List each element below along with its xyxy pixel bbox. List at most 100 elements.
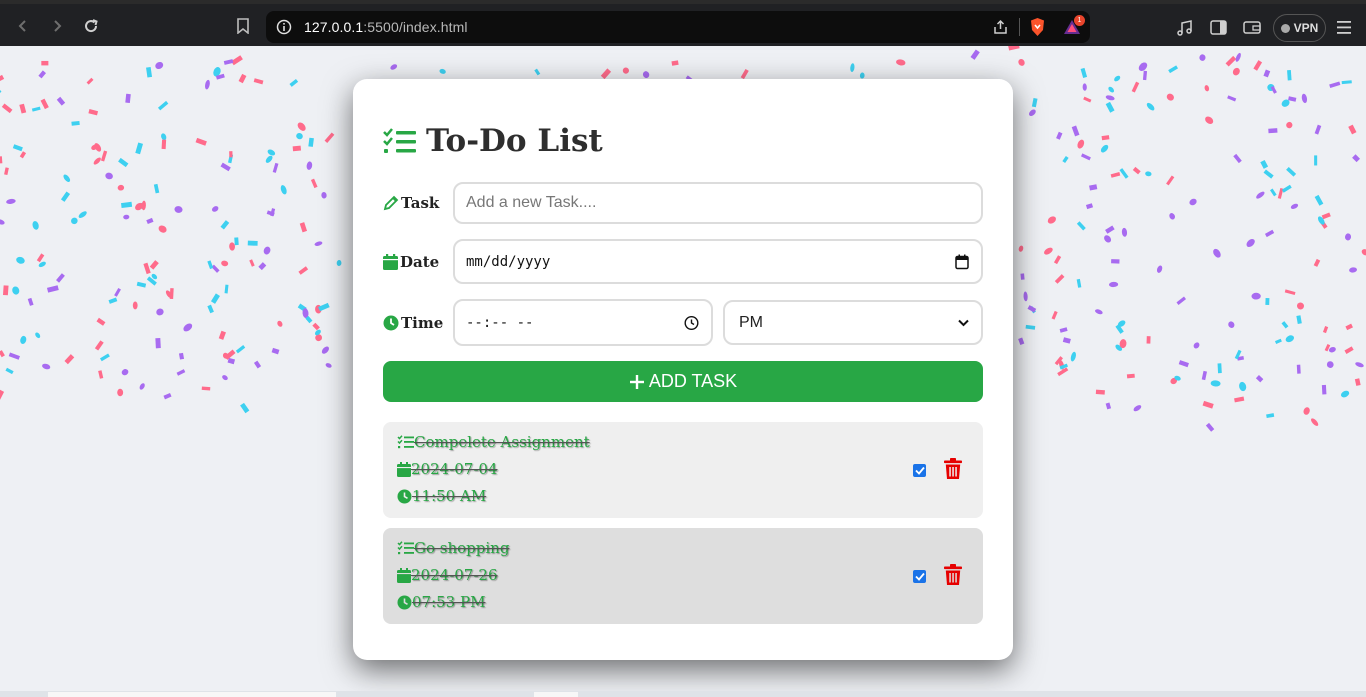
confetti-piece bbox=[165, 290, 173, 299]
confetti-piece bbox=[859, 72, 865, 79]
confetti-piece bbox=[35, 332, 41, 339]
time-picker-icon[interactable] bbox=[684, 315, 699, 330]
confetti-piece bbox=[298, 266, 309, 275]
confetti-piece bbox=[1053, 255, 1062, 265]
forward-button[interactable] bbox=[45, 14, 69, 38]
trash-icon[interactable] bbox=[944, 458, 962, 480]
confetti-piece bbox=[229, 242, 235, 251]
bookmark-button[interactable] bbox=[231, 14, 255, 38]
vpn-label: VPN bbox=[1293, 21, 1319, 35]
ampm-select[interactable]: PM bbox=[723, 300, 983, 345]
todo-card: To-Do List Task Add a new Task.... Date … bbox=[353, 79, 1013, 660]
site-info-icon[interactable] bbox=[276, 19, 292, 35]
confetti-piece bbox=[222, 375, 228, 381]
calendar-icon bbox=[397, 461, 411, 477]
confetti-piece bbox=[1235, 52, 1241, 62]
confetti-piece bbox=[1352, 154, 1361, 163]
confetti-piece bbox=[94, 143, 102, 152]
confetti-piece bbox=[315, 334, 323, 342]
confetti-piece bbox=[1054, 356, 1063, 366]
task-name: Compelete Assignment bbox=[414, 433, 590, 451]
confetti-piece bbox=[1303, 407, 1310, 415]
pencil-icon bbox=[383, 195, 399, 211]
confetti-piece bbox=[222, 352, 229, 359]
confetti-piece bbox=[176, 369, 186, 376]
address-bar[interactable]: 127.0.0.1:5500/index.html 1 bbox=[266, 11, 1090, 43]
date-input[interactable]: mm/dd/yyyy bbox=[453, 239, 983, 284]
confetti-piece bbox=[0, 156, 3, 164]
confetti-piece bbox=[16, 256, 25, 264]
confetti-piece bbox=[740, 68, 749, 80]
clock-icon bbox=[397, 595, 412, 609]
task-complete-checkbox[interactable] bbox=[913, 464, 926, 477]
confetti-piece bbox=[1025, 324, 1036, 330]
confetti-piece bbox=[157, 100, 169, 111]
confetti-piece bbox=[270, 208, 276, 217]
menu-icon[interactable] bbox=[1337, 21, 1351, 34]
confetti-piece bbox=[1319, 219, 1328, 229]
confetti-piece bbox=[1264, 229, 1275, 238]
confetti-piece bbox=[1146, 336, 1151, 344]
confetti-piece bbox=[1056, 131, 1063, 140]
add-task-button[interactable]: ADD TASK bbox=[383, 361, 983, 402]
confetti-piece bbox=[297, 303, 307, 312]
brave-shield-icon[interactable] bbox=[1029, 17, 1046, 37]
back-button[interactable] bbox=[11, 14, 35, 38]
confetti-piece bbox=[46, 285, 59, 293]
confetti-piece bbox=[1233, 153, 1242, 164]
taskbar-item bbox=[534, 692, 578, 697]
confetti-piece bbox=[850, 63, 855, 73]
task-input[interactable]: Add a new Task.... bbox=[453, 182, 983, 224]
confetti-piece bbox=[1018, 58, 1025, 66]
music-icon[interactable] bbox=[1176, 20, 1194, 36]
confetti-piece bbox=[1020, 273, 1025, 280]
task-time: 07:53 PM bbox=[412, 593, 486, 611]
confetti-piece bbox=[1119, 339, 1127, 349]
task-complete-checkbox[interactable] bbox=[913, 570, 926, 583]
confetti-piece bbox=[155, 61, 164, 70]
confetti-piece bbox=[139, 383, 145, 390]
confetti-piece bbox=[1287, 69, 1292, 81]
confetti-piece bbox=[1146, 102, 1155, 111]
confetti-piece bbox=[228, 154, 234, 164]
confetti-piece bbox=[1095, 389, 1105, 395]
confetti-piece bbox=[1205, 422, 1215, 432]
confetti-piece bbox=[336, 260, 342, 267]
confetti-piece bbox=[1105, 225, 1115, 234]
confetti-piece bbox=[1, 103, 13, 114]
date-input-value: mm/dd/yyyy bbox=[466, 253, 551, 270]
confetti-piece bbox=[221, 260, 229, 267]
confetti-piece bbox=[141, 200, 146, 211]
time-input[interactable]: --:-- -- bbox=[453, 299, 713, 346]
confetti-piece bbox=[1168, 65, 1179, 74]
sidebar-icon[interactable] bbox=[1210, 20, 1227, 35]
confetti-piece bbox=[299, 222, 308, 233]
confetti-piece bbox=[56, 273, 65, 283]
reload-button[interactable] bbox=[79, 14, 103, 38]
confetti-piece bbox=[1111, 259, 1120, 264]
list-check-icon bbox=[397, 435, 414, 449]
wallet-icon[interactable] bbox=[1243, 20, 1261, 35]
confetti-piece bbox=[1237, 356, 1245, 361]
task-name-line: Go shopping bbox=[397, 539, 509, 557]
taskbar-strip bbox=[0, 691, 1366, 697]
calendar-picker-icon[interactable] bbox=[955, 254, 969, 269]
vpn-button[interactable]: VPN bbox=[1273, 14, 1326, 42]
confetti-piece bbox=[220, 162, 231, 172]
confetti-piece bbox=[38, 70, 46, 79]
confetti-piece bbox=[98, 370, 104, 379]
confetti-piece bbox=[1031, 97, 1038, 108]
confetti-piece bbox=[271, 347, 280, 355]
confetti-piece bbox=[1193, 342, 1200, 349]
confetti-piece bbox=[310, 178, 318, 189]
confetti-piece bbox=[1322, 326, 1329, 334]
back-arrow-icon bbox=[18, 20, 26, 32]
confetti-piece bbox=[642, 71, 650, 78]
confetti-piece bbox=[163, 392, 172, 400]
confetti-piece bbox=[117, 184, 125, 191]
trash-icon[interactable] bbox=[944, 564, 962, 586]
url-host: 127.0.0.1 bbox=[304, 19, 364, 35]
confetti-piece bbox=[169, 288, 174, 300]
share-icon[interactable] bbox=[992, 19, 1009, 35]
confetti-piece bbox=[289, 78, 299, 87]
